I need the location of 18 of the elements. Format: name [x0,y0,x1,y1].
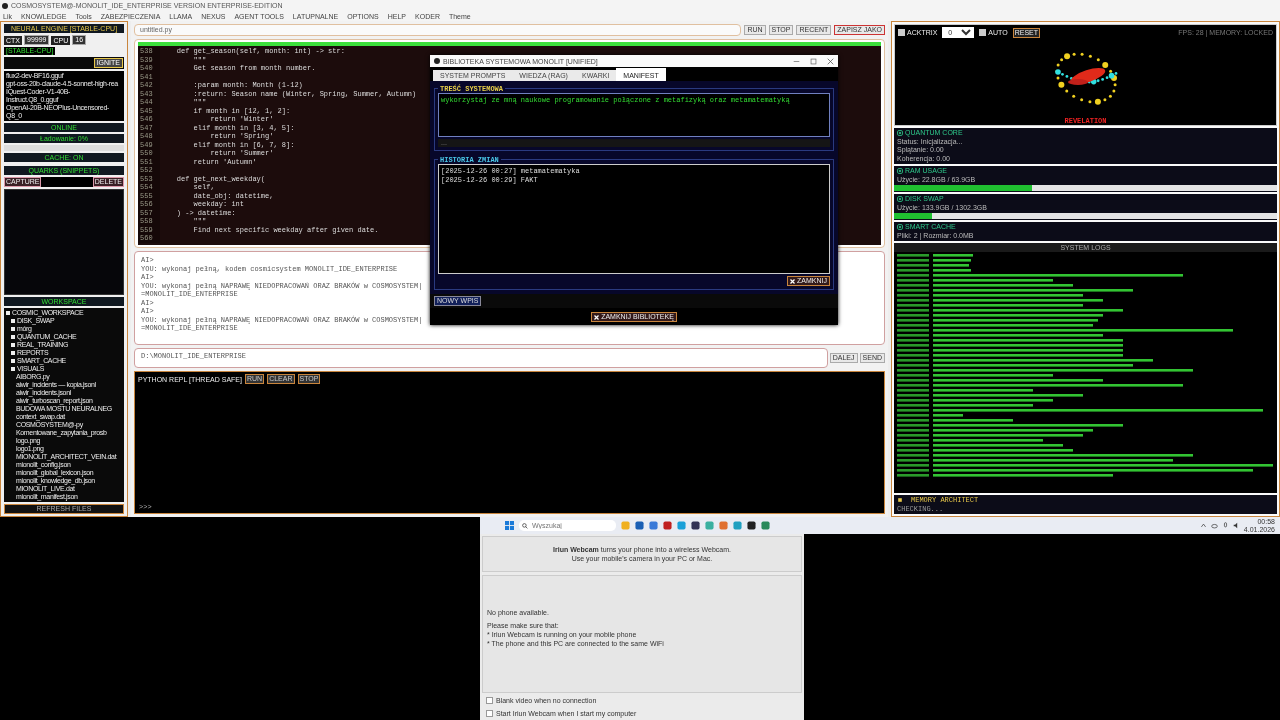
start-icon[interactable] [505,521,514,530]
chip-icon [897,130,903,137]
close-icon[interactable] [827,57,834,65]
orbit-drawing [1054,52,1117,105]
terminal-icon[interactable] [747,521,756,530]
chevron-up-icon[interactable] [1199,522,1207,529]
volume-icon[interactable] [1232,522,1240,529]
close-icon [790,278,796,284]
microphone-icon[interactable] [1221,522,1229,529]
app-icon [2,2,8,9]
close-icon [594,314,600,320]
chip-icon [897,168,903,175]
chip-icon [897,224,903,231]
app-icon [434,58,440,64]
browser-icon[interactable] [677,521,686,530]
chip-icon [897,196,903,203]
cloud-icon[interactable] [1210,522,1218,529]
maximize-icon[interactable] [810,57,817,65]
